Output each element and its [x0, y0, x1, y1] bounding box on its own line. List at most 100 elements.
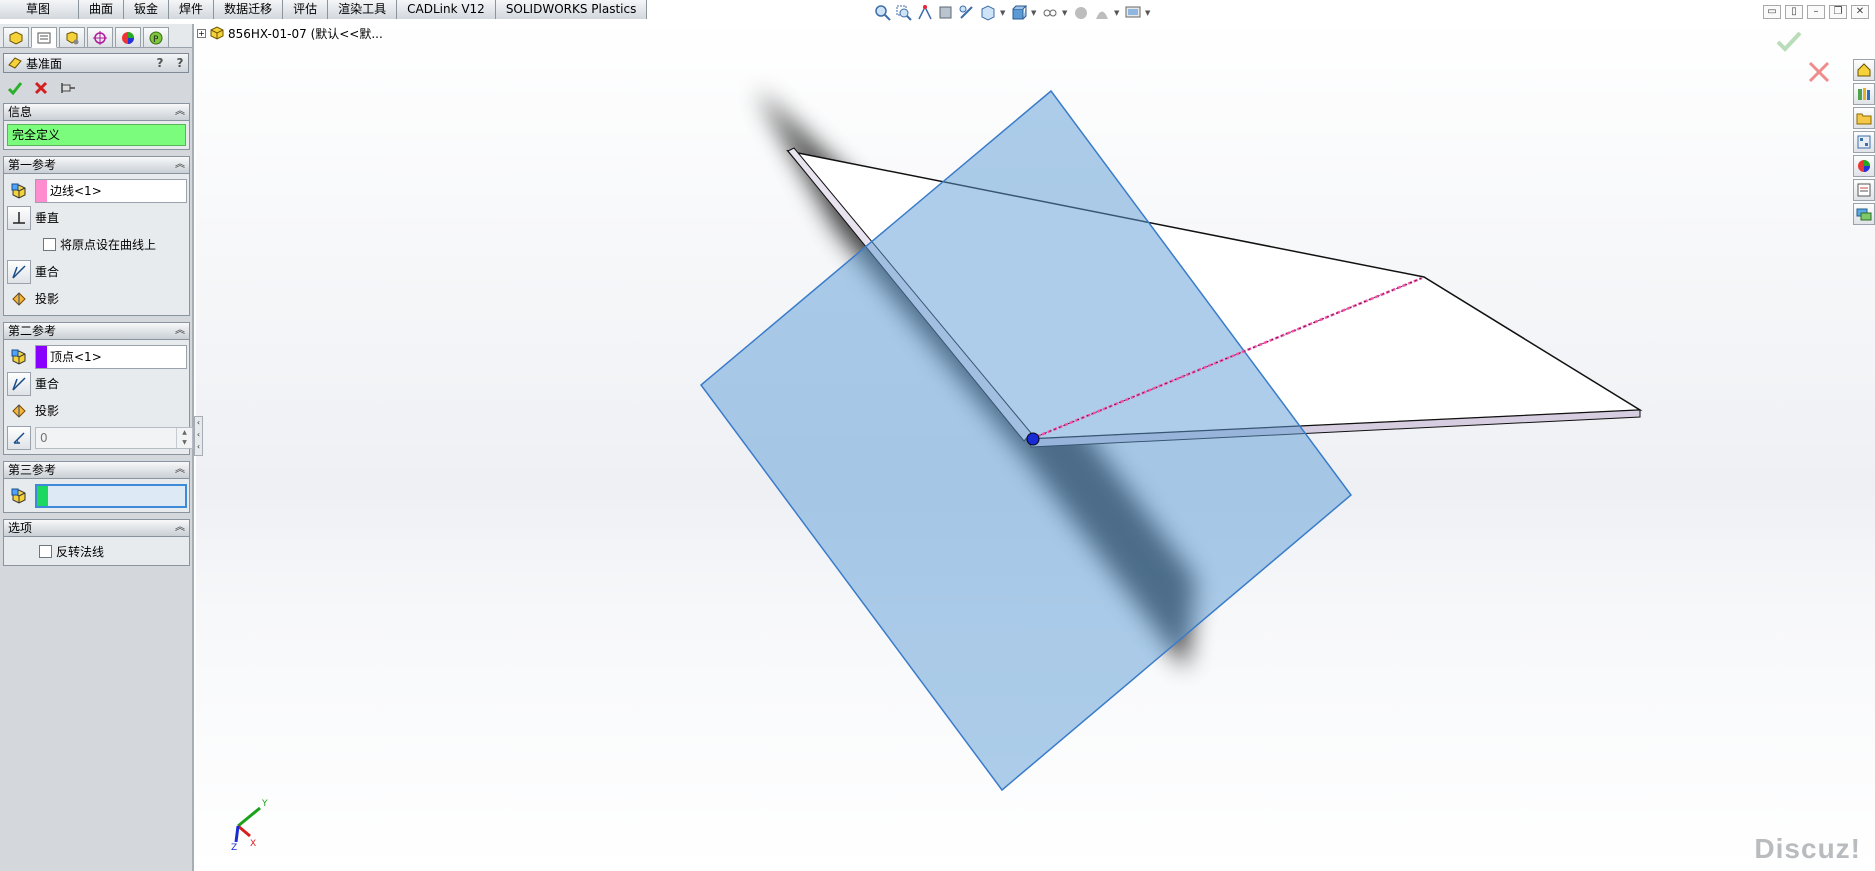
tab-data-migration[interactable]: 数据迁移: [214, 0, 284, 19]
manager-tabs: P: [0, 24, 192, 48]
view-settings-dropdown[interactable]: ▼: [1145, 4, 1152, 22]
help-icon[interactable]: ?: [172, 56, 188, 70]
custom-properties-icon[interactable]: [1853, 179, 1875, 201]
task-pane: [1853, 59, 1875, 225]
third-reference-swatch: [37, 485, 48, 506]
third-reference-selection-box[interactable]: [35, 483, 187, 508]
tile-vertical-icon[interactable]: ▯: [1785, 5, 1803, 19]
third-reference-group: 第三参考 ︽: [3, 461, 190, 513]
coincident-label-2: 重合: [35, 377, 60, 391]
plastics-tab-icon[interactable]: P: [143, 27, 169, 48]
dynamic-annotation-icon[interactable]: [958, 4, 976, 22]
tab-solidworks-plastics[interactable]: SOLIDWORKS Plastics: [495, 0, 648, 19]
collapse-chevron-icon: ︽: [175, 522, 185, 533]
graphics-viewport[interactable]: [196, 19, 1875, 871]
edit-appearance-icon[interactable]: [1072, 4, 1090, 22]
property-manager-title-bar: 基准面 ? ?: [3, 53, 189, 73]
project-label: 投影: [35, 292, 60, 306]
first-reference-title: 第一参考: [8, 158, 57, 172]
second-reference-selection-box[interactable]: 顶点<1>: [35, 344, 187, 369]
view-orientation-dropdown[interactable]: ▼: [1000, 4, 1007, 22]
feature-manager-tab-icon[interactable]: [3, 27, 29, 48]
tab-weldments[interactable]: 焊件: [169, 0, 215, 19]
detailed-help-icon[interactable]: ?: [152, 56, 168, 70]
angle-input[interactable]: [36, 430, 176, 445]
second-reference-group: 第二参考 ︽ 顶点<1> 重合 投影 ▲▼: [3, 322, 193, 455]
origin-on-curve-checkbox[interactable]: [43, 238, 56, 251]
zoom-to-fit-icon[interactable]: [874, 4, 892, 22]
collapse-chevron-icon: ︽: [175, 325, 185, 336]
section-view-icon[interactable]: [937, 4, 955, 22]
second-reference-header[interactable]: 第二参考 ︽: [4, 323, 189, 340]
tab-render-tools[interactable]: 渲染工具: [328, 0, 398, 19]
panel-collapse-handle[interactable]: ‹ ‹ ‹: [194, 416, 203, 456]
coincident-button-2[interactable]: [7, 371, 31, 396]
selected-vertex[interactable]: [1026, 432, 1040, 446]
coincident-icon: [12, 264, 26, 279]
property-manager-title: 基准面: [26, 56, 63, 71]
third-reference-selection-text: [48, 486, 51, 506]
hide-show-dropdown[interactable]: ▼: [1062, 4, 1069, 22]
collapse-chevron-icon: ︽: [175, 159, 185, 170]
project-button-2[interactable]: [7, 399, 31, 423]
view-orientation-icon[interactable]: [979, 4, 997, 22]
zoom-to-area-icon[interactable]: [895, 4, 913, 22]
view-palette-icon[interactable]: [1853, 131, 1875, 153]
options-header[interactable]: 选项 ︽: [4, 520, 189, 537]
tab-sheet-metal[interactable]: 钣金: [124, 0, 170, 19]
appearances-icon[interactable]: [1853, 155, 1875, 177]
tab-surface[interactable]: 曲面: [79, 0, 125, 19]
perpendicular-icon: [13, 211, 25, 224]
first-reference-selection-icon: [7, 179, 31, 203]
solidworks-resources-icon[interactable]: [1853, 59, 1875, 81]
property-manager-tab-icon[interactable]: [31, 27, 57, 48]
angle-flip-icon: [13, 431, 25, 444]
tab-cadlink[interactable]: CADLink V12: [397, 0, 496, 19]
view-settings-icon[interactable]: [1124, 4, 1142, 22]
confirmation-cancel-button[interactable]: [1807, 60, 1831, 87]
tab-sketch[interactable]: 草图: [0, 0, 80, 19]
close-icon[interactable]: ✕: [1851, 5, 1869, 19]
feature-tree-flyout: + 856HX-01-07 (默认<<默...: [197, 24, 383, 42]
ok-button[interactable]: [6, 79, 24, 97]
triad-z-label: Z: [231, 843, 237, 850]
first-reference-selection-box[interactable]: 边线<1>: [35, 178, 187, 203]
previous-view-icon[interactable]: [916, 4, 934, 22]
dimxpert-tab-icon[interactable]: [87, 27, 113, 48]
hide-show-items-icon[interactable]: [1041, 4, 1059, 22]
file-explorer-icon[interactable]: [1853, 107, 1875, 129]
coincident-button[interactable]: [7, 259, 31, 284]
flip-angle-button[interactable]: [7, 425, 31, 450]
confirmation-ok-button[interactable]: [1775, 29, 1803, 56]
second-reference-selection-icon: [7, 345, 31, 369]
info-group-header[interactable]: 信息 ︽: [4, 104, 189, 121]
scene-dropdown[interactable]: ▼: [1114, 4, 1121, 22]
tree-part-label[interactable]: 856HX-01-07 (默认<<默...: [228, 25, 383, 42]
angle-spinbox[interactable]: ▲▼: [35, 426, 193, 449]
design-library-icon[interactable]: [1853, 83, 1875, 105]
display-manager-tab-icon[interactable]: [115, 27, 141, 48]
first-reference-header[interactable]: 第一参考 ︽: [4, 157, 189, 174]
project-button[interactable]: [7, 287, 31, 311]
tree-expand-icon[interactable]: +: [197, 28, 206, 38]
triad-x-label: X: [250, 839, 256, 849]
perpendicular-button[interactable]: [7, 205, 31, 230]
solidworks-forum-icon[interactable]: [1853, 203, 1875, 225]
display-style-icon[interactable]: [1010, 4, 1028, 22]
checkmark-icon: [1776, 31, 1802, 52]
cancel-button[interactable]: [32, 79, 50, 97]
spin-arrows-icon[interactable]: ▲ ▼: [176, 427, 192, 448]
configuration-manager-tab-icon[interactable]: [59, 27, 85, 48]
minimize-icon[interactable]: –: [1807, 5, 1825, 19]
first-reference-group: 第一参考 ︽ 边线<1> 垂直 将原点设在曲线上 重合 投影: [3, 156, 190, 316]
tab-evaluate[interactable]: 评估: [283, 0, 329, 19]
display-style-dropdown[interactable]: ▼: [1031, 4, 1038, 22]
cancel-x-icon: [1808, 61, 1830, 83]
apply-scene-icon[interactable]: [1093, 4, 1111, 22]
flip-normal-checkbox[interactable]: [39, 544, 52, 558]
restore-icon[interactable]: ❐: [1829, 5, 1847, 19]
tile-horizontal-icon[interactable]: ▭: [1763, 5, 1781, 19]
third-reference-header[interactable]: 第三参考 ︽: [4, 462, 189, 479]
triad-y-axis: [237, 806, 261, 828]
pin-button[interactable]: [58, 79, 76, 97]
